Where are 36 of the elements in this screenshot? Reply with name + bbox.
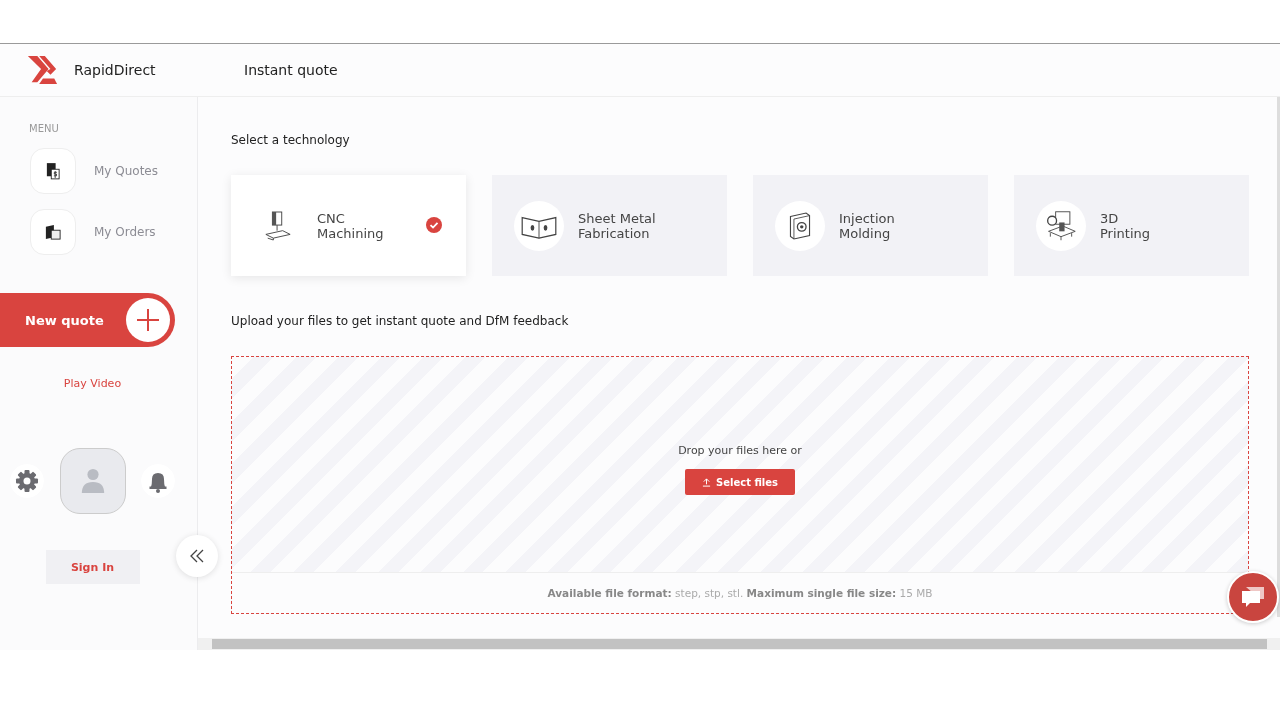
drop-text: Drop your files here or (678, 444, 802, 457)
upload-icon (702, 477, 711, 487)
check-icon (426, 217, 442, 233)
file-drop-zone[interactable]: Drop your files here or Select files Available file format: step, stp, stl. Maximum single file size: 15 MB (231, 356, 1249, 614)
technology-card[interactable]: 3D Printing (1014, 175, 1249, 276)
section-title: Select a technology (231, 133, 351, 147)
horizontal-scrollbar[interactable] (198, 638, 1280, 650)
chat-button[interactable] (1227, 571, 1279, 623)
select-files-button[interactable]: Select files (685, 469, 795, 495)
page-title: Instant quote (244, 62, 338, 78)
mold-block-icon (787, 210, 813, 241)
logo-icon (26, 54, 58, 86)
user-icon (79, 467, 106, 495)
file-format-note: Available file format: step, stp, stl. Maximum single file size: 15 MB (547, 587, 933, 599)
double-chevron-left-icon (189, 548, 205, 564)
box-icon (45, 224, 61, 240)
machine-spindle-icon (264, 209, 292, 242)
chat-bubble-icon (1240, 585, 1266, 609)
play-video-link[interactable]: Play Video (63, 377, 122, 390)
technology-card[interactable]: CNC Machining (231, 175, 466, 276)
printer-3d-icon (1045, 209, 1077, 242)
technology-label: 3D Printing (1100, 210, 1150, 241)
plus-icon (126, 298, 170, 342)
sign-in-button[interactable]: Sign In (45, 550, 140, 584)
document-dollar-icon (46, 162, 60, 180)
technology-label: Sheet Metal Fabrication (578, 210, 656, 241)
technology-card[interactable]: Sheet Metal Fabrication (492, 175, 727, 276)
technology-label: CNC Machining (317, 210, 384, 241)
upload-title: Upload your files to get instant quote and DfM feedback (231, 314, 570, 328)
new-quote-button[interactable]: New quote (0, 293, 175, 347)
nav-item[interactable]: My Quotes (94, 164, 158, 178)
technology-card[interactable]: Injection Molding (753, 175, 988, 276)
menu-label: MENU (29, 123, 60, 134)
brand-name: RapidDirect (74, 62, 156, 78)
technology-label: Injection Molding (839, 210, 895, 241)
nav-item[interactable]: My Orders (94, 225, 156, 239)
